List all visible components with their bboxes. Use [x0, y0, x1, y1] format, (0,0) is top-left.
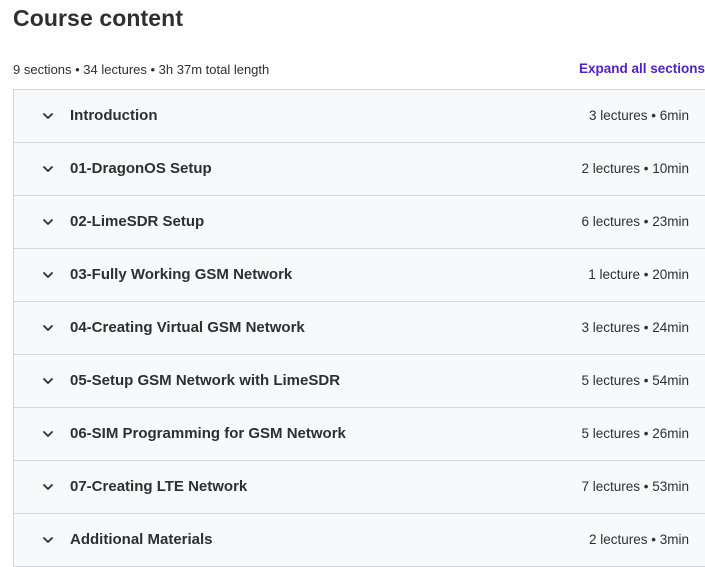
section-row[interactable]: 03-Fully Working GSM Network 1 lecture • …: [14, 249, 705, 302]
section-row[interactable]: 07-Creating LTE Network 7 lectures • 53mi…: [14, 461, 705, 514]
section-row[interactable]: 04-Creating Virtual GSM Network 3 lecture…: [14, 302, 705, 355]
section-meta: 2 lectures • 3min: [588, 532, 689, 547]
section-meta: 6 lectures • 23min: [581, 214, 689, 229]
section-row[interactable]: 02-LimeSDR Setup 6 lectures • 23min: [14, 196, 705, 249]
section-row[interactable]: Introduction 3 lectures • 6min: [14, 90, 705, 143]
section-meta: 3 lectures • 24min: [581, 320, 689, 335]
expand-all-sections-button[interactable]: Expand all sections: [579, 61, 705, 76]
section-row[interactable]: Additional Materials 2 lectures • 3min: [14, 514, 705, 567]
course-summary: 9 sections • 34 lectures • 3h 37m total …: [13, 62, 270, 77]
section-meta: 5 lectures • 26min: [581, 426, 689, 441]
section-row[interactable]: 01-DragonOS Setup 2 lectures • 10min: [14, 143, 705, 196]
course-content-panel: Course content 9 sections • 34 lectures …: [0, 0, 705, 567]
section-meta: 3 lectures • 6min: [588, 108, 689, 123]
section-row[interactable]: 06-SIM Programming for GSM Network 5 lect…: [14, 408, 705, 461]
course-summary-row: 9 sections • 34 lectures • 3h 37m total …: [13, 61, 705, 79]
section-meta: 1 lecture • 20min: [588, 267, 689, 282]
page-title: Course content: [13, 5, 184, 31]
section-meta: 2 lectures • 10min: [581, 161, 689, 176]
section-row[interactable]: 05-Setup GSM Network with LimeSDR 5 lectu…: [14, 355, 705, 408]
section-meta: 7 lectures • 53min: [581, 479, 689, 494]
section-meta: 5 lectures • 54min: [581, 373, 689, 388]
section-list: Introduction 3 lectures • 6min 01-DragonOS…: [13, 89, 705, 567]
